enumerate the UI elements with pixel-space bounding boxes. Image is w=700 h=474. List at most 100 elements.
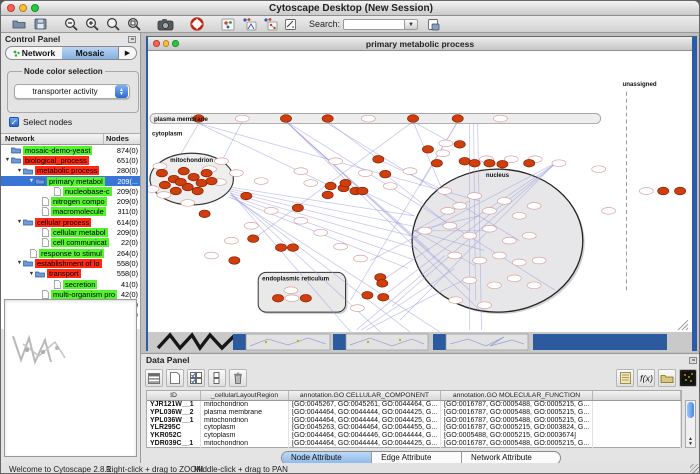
node-label-ellipse[interactable] [512, 259, 526, 266]
node-label-ellipse[interactable] [304, 180, 318, 187]
tree-expand-arrow[interactable]: ▼ [16, 219, 23, 225]
table-cell[interactable]: cytoplasm [201, 424, 289, 432]
table-cell[interactable]: [GO:0044464, GO:0044446, GO:0044444, G..… [289, 432, 441, 440]
open-file-icon[interactable] [9, 17, 30, 32]
node-label-ellipse[interactable] [358, 170, 372, 177]
network-node[interactable] [459, 157, 470, 165]
tree-expand-arrow[interactable]: ▼ [28, 178, 35, 184]
node-label-ellipse[interactable] [254, 178, 268, 185]
node-label-ellipse[interactable] [502, 237, 516, 244]
tree-item-label[interactable]: cellular metabol [51, 228, 108, 237]
node-label-ellipse[interactable] [483, 207, 497, 214]
minimized-frame-tab[interactable] [433, 334, 446, 350]
formula-builder-icon[interactable]: f(x) [637, 369, 655, 387]
create-view-icon[interactable] [217, 17, 238, 32]
network-node[interactable] [357, 187, 368, 195]
minimized-frame-tab[interactable] [333, 334, 346, 350]
network-node[interactable] [378, 293, 389, 301]
birdseye-view-panel[interactable] [4, 299, 137, 457]
node-label-ellipse[interactable] [522, 232, 536, 239]
matrix-view-icon[interactable] [679, 369, 697, 387]
network-node[interactable] [675, 187, 686, 195]
network-node[interactable] [292, 204, 303, 212]
table-cell[interactable]: plasma membrane [201, 409, 289, 417]
table-cell[interactable]: [GO:0044464, GO:0044444, GO:0044425, G..… [289, 409, 441, 417]
node-label-ellipse[interactable] [463, 277, 477, 284]
tree-expand-arrow[interactable]: ▼ [16, 260, 23, 266]
tree-item-label[interactable]: biological_process [23, 156, 89, 165]
table-row[interactable]: YKR052Ccytoplasm[GO:0044464, GO:0044446,… [147, 432, 681, 440]
network-node[interactable] [159, 181, 170, 189]
node-label-ellipse[interactable] [314, 229, 328, 236]
network-node[interactable] [188, 173, 199, 181]
zoom-in-icon[interactable] [82, 17, 103, 32]
tree-row[interactable]: macromolecule311(0) [1, 207, 140, 217]
node-label-ellipse[interactable] [463, 232, 477, 239]
table-cell[interactable]: mitochondrion [201, 401, 289, 409]
table-row[interactable]: YPL036W__2plasma membrane[GO:0044464, GO… [147, 409, 681, 417]
table-cell[interactable]: [GO:0045267, GO:0045261, GO:0044464, G..… [289, 401, 441, 409]
node-label-ellipse[interactable] [488, 282, 502, 289]
node-label-ellipse[interactable] [492, 252, 506, 259]
tree-item-label[interactable]: metabolic process [35, 166, 99, 175]
nodes-column-header[interactable]: Nodes [104, 134, 140, 144]
tree-expand-arrow[interactable]: ▼ [4, 157, 11, 163]
network-node[interactable] [206, 177, 217, 185]
node-label-ellipse[interactable] [418, 227, 432, 234]
tree-row[interactable]: ▼metabolic process280(0) [1, 166, 140, 176]
network-node[interactable] [175, 178, 186, 186]
network-node[interactable] [170, 187, 181, 195]
network-node[interactable] [325, 182, 336, 190]
zoom-selected-icon[interactable] [124, 17, 145, 32]
search-dropdown-arrow[interactable]: ▼ [405, 19, 418, 30]
tree-row[interactable]: secretion41(0) [1, 279, 140, 289]
node-label-ellipse[interactable] [294, 217, 308, 224]
node-label-ellipse[interactable] [148, 186, 159, 193]
network-node[interactable] [196, 179, 207, 187]
node-label-ellipse[interactable] [468, 193, 482, 200]
snapshot-camera-icon[interactable] [155, 17, 176, 32]
network-node[interactable] [452, 115, 463, 123]
node-label-ellipse[interactable] [229, 170, 243, 177]
save-session-icon[interactable] [30, 17, 51, 32]
network-node[interactable] [241, 192, 252, 200]
scrollbar-thumb[interactable] [687, 402, 694, 418]
tab-network[interactable]: Network [6, 47, 62, 59]
scrollbar-arrows[interactable]: ▲▼ [686, 437, 695, 447]
tree-item-label[interactable]: nucleobase-c [63, 187, 112, 196]
tree-row[interactable]: ▼cellular process614(0) [1, 217, 140, 227]
apply-vizmap-icon[interactable] [238, 17, 259, 32]
table-column-header[interactable]: ID [147, 391, 201, 400]
tree-item-label[interactable]: mosaic-demo-yeast [23, 146, 92, 155]
table-cell[interactable] [593, 409, 681, 417]
network-node[interactable] [380, 170, 391, 178]
tree-item-label[interactable]: secretion [63, 280, 97, 289]
tree-row[interactable]: multi-organism pro42(0) [1, 289, 140, 299]
network-node[interactable] [322, 191, 333, 199]
help-lifesaver-icon[interactable] [186, 17, 207, 32]
network-node[interactable] [422, 146, 433, 154]
table-cell[interactable] [593, 417, 681, 425]
node-label-ellipse[interactable] [507, 275, 521, 282]
table-cell[interactable]: mitochondrion [201, 417, 289, 425]
node-label-ellipse[interactable] [602, 207, 616, 214]
zoom-out-icon[interactable] [61, 17, 82, 32]
node-label-ellipse[interactable] [527, 282, 541, 289]
tree-item-label[interactable]: multi-organism pro [51, 290, 117, 299]
network-node[interactable] [280, 115, 291, 123]
tree-item-label[interactable]: cellular process [35, 218, 91, 227]
network-node[interactable] [497, 160, 508, 168]
node-label-ellipse[interactable] [443, 222, 457, 229]
tree-item-label[interactable]: cell communicat [51, 238, 109, 247]
select-nodes-checkbox[interactable]: ✓ [9, 117, 19, 127]
network-node[interactable] [156, 169, 167, 177]
table-column-header[interactable] [593, 391, 681, 400]
apply-layout-icon[interactable] [259, 17, 280, 32]
node-label-ellipse[interactable] [483, 225, 497, 232]
node-label-ellipse[interactable] [436, 150, 450, 157]
node-label-ellipse[interactable] [592, 166, 606, 173]
node-label-ellipse[interactable] [205, 252, 219, 259]
canvas-resize-grip[interactable] [686, 328, 688, 330]
network-node[interactable] [484, 159, 495, 167]
network-edge[interactable] [251, 122, 413, 241]
